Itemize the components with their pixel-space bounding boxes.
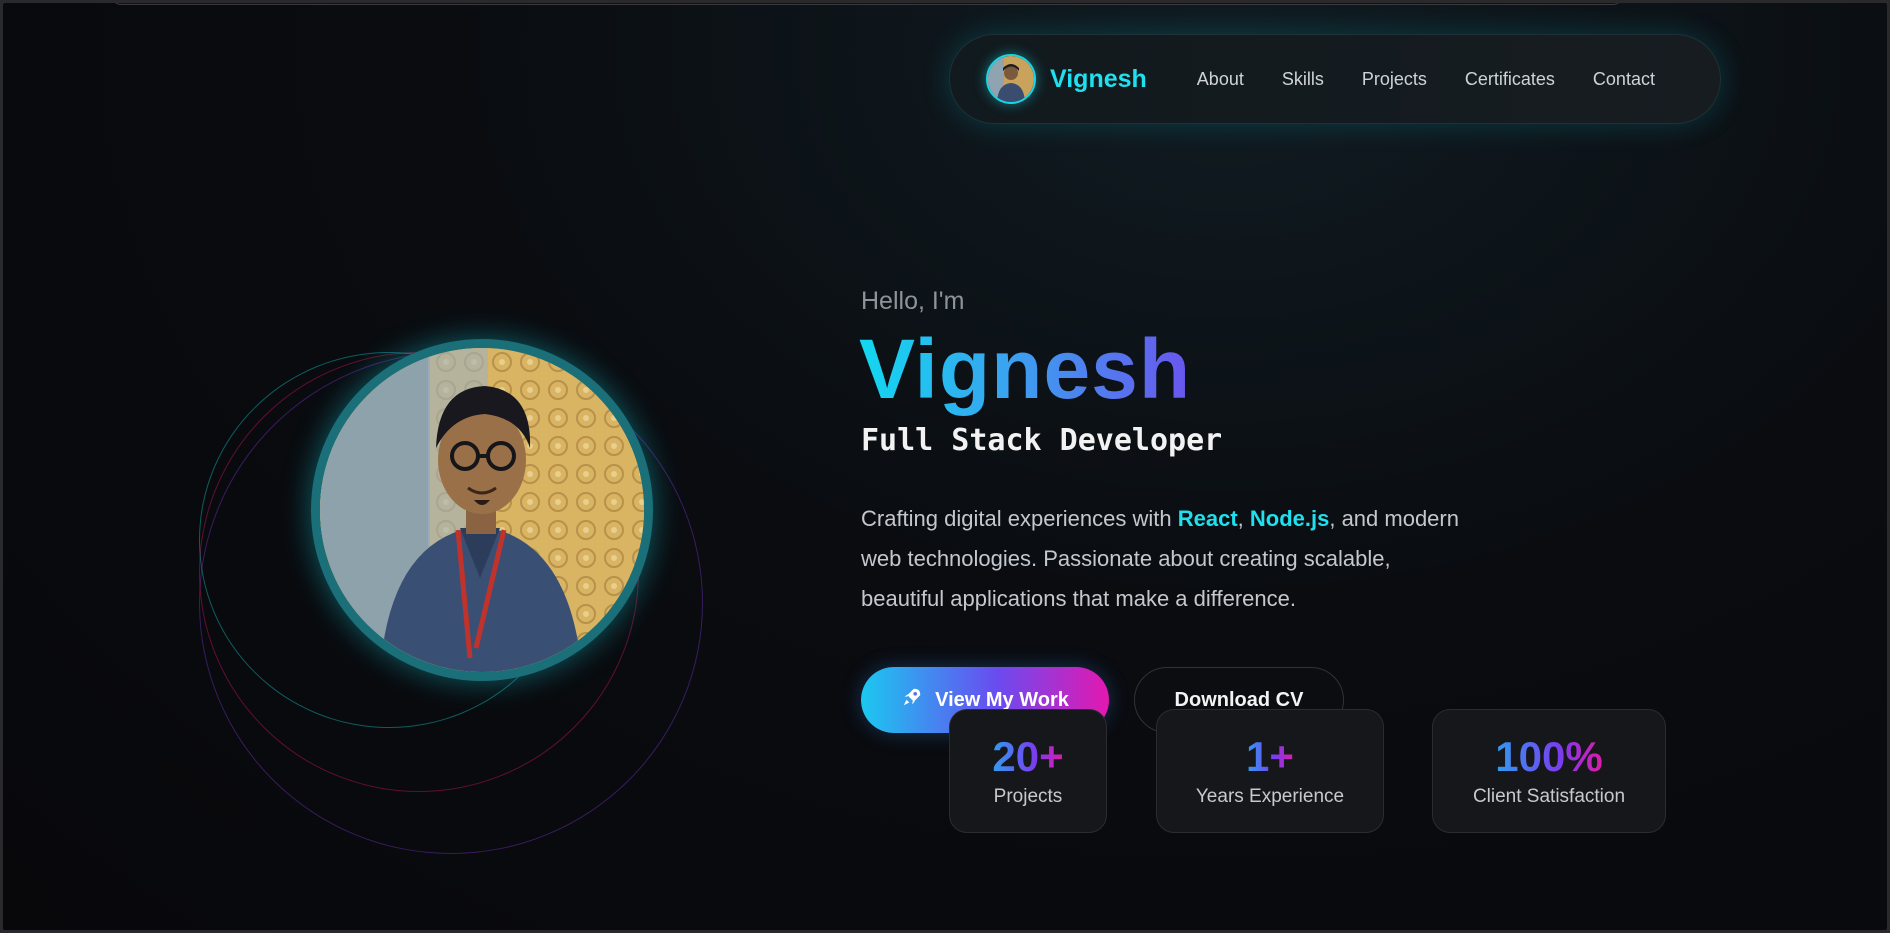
hero-description: Crafting digital experiences with React,… [861, 499, 1461, 619]
nav-link-projects[interactable]: Projects [1362, 69, 1427, 90]
stat-card-projects: 20+ Projects [949, 709, 1107, 833]
highlight-react: React [1177, 506, 1238, 531]
nav-link-skills[interactable]: Skills [1282, 69, 1324, 90]
nav-link-contact[interactable]: Contact [1593, 69, 1655, 90]
stat-value: 1+ [1246, 732, 1294, 780]
nav-link-about[interactable]: About [1197, 69, 1244, 90]
description-separator: , [1237, 506, 1250, 531]
browser-edge [111, 3, 1623, 5]
hero-name: Vignesh [859, 322, 1192, 416]
nav-link-certificates[interactable]: Certificates [1465, 69, 1555, 90]
stat-card-satisfaction: 100% Client Satisfaction [1432, 709, 1666, 833]
stat-value: 20+ [992, 732, 1064, 780]
brand-name: Vignesh [1050, 64, 1147, 93]
avatar [986, 54, 1036, 104]
stat-label: Projects [993, 786, 1063, 808]
role-title: Full Stack Developer [861, 423, 1223, 458]
brand[interactable]: Vignesh [986, 54, 1147, 104]
nav-links: About Skills Projects Certificates Conta… [1197, 69, 1655, 90]
highlight-nodejs: Node.js [1249, 506, 1330, 531]
stat-value: 100% [1495, 732, 1603, 780]
profile-portrait [311, 339, 653, 681]
stat-label: Client Satisfaction [1472, 786, 1626, 808]
stat-label: Years Experience [1195, 786, 1345, 808]
page: Vignesh About Skills Projects Certificat… [3, 3, 1887, 930]
greeting: Hello, I'm [861, 287, 965, 315]
navbar: Vignesh About Skills Projects Certificat… [949, 34, 1721, 124]
rocket-icon [901, 686, 923, 714]
description-text: Crafting digital experiences with [861, 506, 1178, 531]
stat-card-experience: 1+ Years Experience [1156, 709, 1384, 833]
